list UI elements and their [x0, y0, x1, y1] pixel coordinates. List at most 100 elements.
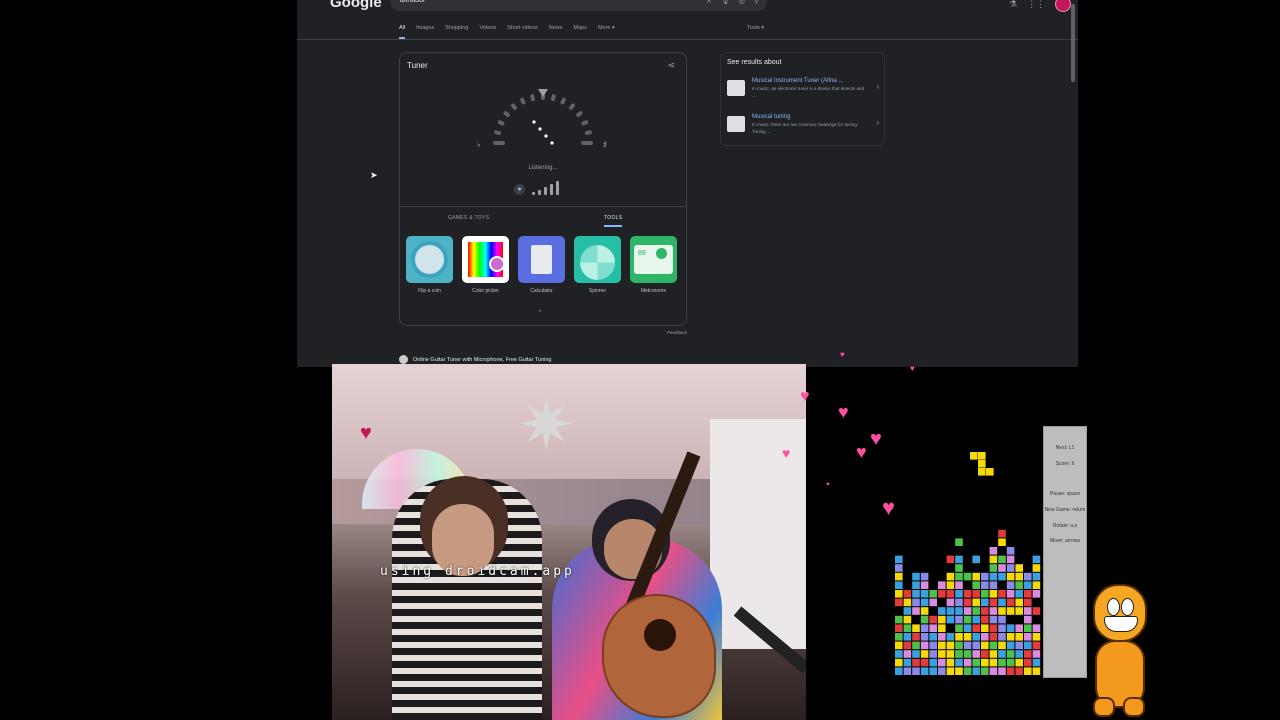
falling-piece-block [978, 468, 986, 476]
avatar[interactable] [1055, 0, 1072, 12]
tetris-block [998, 607, 1006, 615]
labs-icon[interactable]: ⚗ [1009, 0, 1017, 10]
gauge-tick [569, 103, 575, 110]
lens-icon[interactable]: ◎ [739, 0, 745, 5]
tab-shopping[interactable]: Shopping [445, 25, 468, 39]
tetris-block [972, 641, 980, 650]
falling-piece-block [978, 452, 986, 460]
mic-icon[interactable]: 🎙 [721, 0, 730, 5]
tetris-block [938, 607, 946, 615]
tetris-block [946, 650, 955, 658]
tab-news[interactable]: News [549, 25, 563, 39]
tetris-block [912, 572, 920, 581]
app-spinner[interactable]: Spinner [574, 236, 621, 294]
garfield-head [1093, 584, 1147, 642]
gauge-tick [560, 97, 566, 105]
share-icon[interactable]: ⋖ [667, 60, 675, 71]
mic-icon[interactable]: ● [514, 184, 525, 195]
tetris-block [1015, 581, 1023, 589]
tetris-block [1032, 667, 1041, 675]
tetris-block [998, 658, 1006, 667]
feedback-link[interactable]: Feedback [667, 330, 687, 335]
app-calculator[interactable]: Calculator [518, 236, 565, 294]
tetris-block [1015, 572, 1023, 581]
tetris-block [938, 590, 946, 598]
tetris-block [1024, 641, 1032, 650]
guitar-body [602, 594, 716, 718]
tetris-block [912, 633, 920, 641]
tetris-block [998, 590, 1006, 598]
sharp-symbol: ♯ [603, 140, 607, 149]
tetris-block [920, 624, 929, 632]
tetris-block [929, 598, 937, 607]
tetris-block [998, 572, 1006, 581]
next-result[interactable]: Online Guitar Tuner with Microphone, Fre… [399, 355, 551, 364]
result-item[interactable]: Musical Instrument Tuner (Afina ... In m… [727, 78, 879, 108]
result-item[interactable]: Musical tuning In music, there are two c… [727, 114, 879, 144]
tab-tools[interactable]: TOOLS [604, 215, 623, 227]
tetris-new-game: New Game: return [1044, 507, 1086, 513]
tetris-block [955, 538, 963, 546]
heart-icon: ♥ [840, 350, 845, 359]
tetris-block [929, 641, 937, 650]
listening-status: Listening... [528, 165, 558, 171]
tetris-block [920, 641, 929, 650]
tetris-block [972, 598, 980, 607]
tetris-block [1024, 598, 1032, 607]
tetris-score: Score: 9 [1055, 461, 1075, 467]
needle-dot [538, 127, 542, 131]
app-color-picker[interactable]: Color picker [462, 236, 509, 294]
tetris-block [929, 590, 937, 598]
tetris-block [998, 598, 1006, 607]
search-icon[interactable]: ⚲ [754, 0, 759, 5]
tetris-block [912, 641, 920, 650]
tetris-block [903, 615, 912, 624]
tetris-block [946, 572, 955, 581]
tuner-gauge: ♭ ♯ [477, 89, 607, 149]
tetris-block [1032, 555, 1041, 564]
tetris-block [989, 650, 998, 658]
tetris-block [963, 667, 972, 675]
tetris-block [1015, 590, 1023, 598]
tetris-block [895, 650, 903, 658]
tetris-block [955, 650, 963, 658]
search-bar[interactable]: afinador ✕ 🎙 ◎ ⚲ [390, 0, 767, 11]
input-level-meter: ● [514, 181, 559, 195]
app-metronome[interactable]: 88 Metronome [630, 236, 677, 294]
garfield-eye [1121, 598, 1134, 616]
tab-maps[interactable]: Maps [573, 25, 586, 39]
garfield-eye [1107, 598, 1120, 616]
tetris-block [1015, 633, 1023, 641]
tetris-block [981, 615, 989, 624]
app-flip-a-coin[interactable]: Flip a coin [406, 236, 453, 294]
tab-more[interactable]: More ▾ [598, 25, 615, 39]
tetris-block [946, 607, 955, 615]
chevron-right-icon: › [876, 82, 879, 91]
favicon [399, 355, 408, 364]
tab-games-toys[interactable]: GAMES & TOYS [448, 215, 489, 221]
result-desc: In music, an electronic tuner is a devic… [752, 86, 865, 98]
tab-all[interactable]: All [399, 25, 406, 39]
tab-videos[interactable]: Videos [479, 25, 496, 39]
tetris-block [989, 555, 998, 564]
tetris-block [946, 555, 955, 564]
tetris-block [1006, 598, 1015, 607]
scrollbar[interactable] [1071, 4, 1075, 82]
tab-short-videos[interactable]: Short videos [507, 25, 538, 39]
tuner-title: Tuner [407, 61, 428, 70]
tab-images[interactable]: Images [416, 25, 434, 39]
tetris-board [894, 426, 1044, 676]
clear-icon[interactable]: ✕ [706, 0, 712, 5]
tetris-block [903, 624, 912, 632]
play-icon [656, 248, 667, 259]
tetris-block [920, 581, 929, 589]
tetris-block [972, 615, 980, 624]
tools-button[interactable]: Tools ▾ [747, 25, 764, 31]
search-input[interactable]: afinador [400, 0, 425, 4]
tetris-block [955, 590, 963, 598]
tetris-block [981, 572, 989, 581]
collapse-chevron-icon[interactable]: ⌃ [537, 309, 543, 317]
tetris-block [929, 650, 937, 658]
apps-grid-icon[interactable]: ⋮⋮ [1027, 0, 1045, 10]
google-logo[interactable]: Google [330, 0, 382, 11]
